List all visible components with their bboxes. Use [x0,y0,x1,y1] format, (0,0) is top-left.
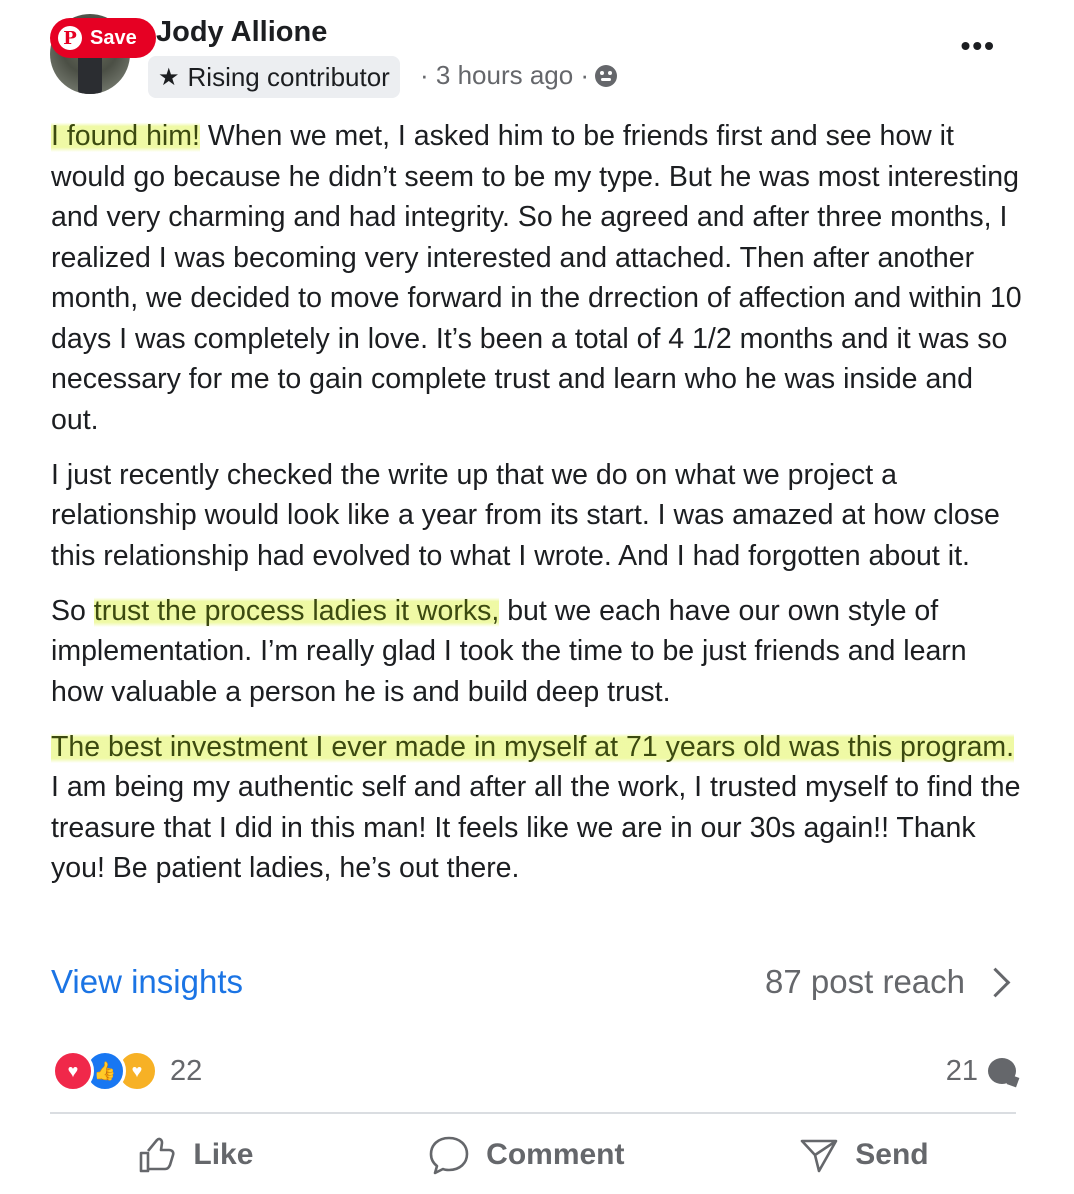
chevron-right-icon [980,967,1011,997]
reactions-summary[interactable]: ♥ 👍 ♥ 22 [52,1050,202,1092]
post-time[interactable]: · 3 hours ago · [420,60,589,91]
post-reach[interactable]: 87 post reach [765,963,1016,1001]
comment-bubble-icon [988,1058,1016,1084]
comment-icon [429,1136,469,1175]
post-paragraph-3: So trust the process ladies it works, bu… [51,591,1026,713]
post-paragraph-2: I just recently checked the write up tha… [51,458,1000,572]
paragraph-text: So [51,594,94,627]
highlighted-text: trust the process ladies it works, [93,594,500,627]
comment-label: Comment [486,1138,625,1171]
contributor-badge[interactable]: ★ Rising contributor [148,56,400,98]
group-icon [595,64,618,87]
send-button[interactable]: Send [799,1135,929,1175]
paragraph-text: I am being my authentic self and after a… [51,771,1021,884]
post-paragraph-4: The best investment I ever made in mysel… [51,727,1026,889]
post-reach-label: 87 post reach [765,963,965,1000]
send-label: Send [855,1138,929,1171]
comment-count[interactable]: 21 [946,1055,1016,1088]
reaction-count: 22 [170,1054,203,1087]
comment-button[interactable]: Comment [428,1135,625,1175]
author-name[interactable]: Jody Allione [156,16,327,49]
paragraph-text: When we met, I asked him to be friends f… [51,120,1022,436]
comment-count-label: 21 [945,1054,978,1087]
post-meta: · 3 hours ago · [420,60,618,91]
love-reaction-icon: ♥ [52,1050,94,1092]
divider [50,1112,1016,1114]
action-bar: Like Comment Send [50,1126,1016,1184]
thumbs-up-icon [140,1137,175,1173]
pinterest-icon: P [58,26,82,50]
save-label: Save [90,26,137,49]
like-button[interactable]: Like [137,1135,253,1175]
reactions-row: ♥ 👍 ♥ 22 21 [52,1050,1016,1092]
star-icon: ★ [158,63,180,91]
more-options-button[interactable]: ••• [961,30,996,62]
post-paragraph-1: I found him! When we met, I asked him to… [51,116,1026,440]
pinterest-save-button[interactable]: P Save [50,18,156,58]
post-body: I found him! When we met, I asked him to… [51,116,1026,903]
view-insights-link[interactable]: View insights [51,963,243,1001]
highlighted-text: I found him! [51,120,200,152]
insights-row: View insights 87 post reach [51,960,1016,1004]
like-label: Like [193,1138,254,1171]
highlighted-text: The best investment I ever made in mysel… [51,730,1015,763]
badge-label: Rising contributor [187,61,390,92]
send-icon [800,1139,838,1173]
